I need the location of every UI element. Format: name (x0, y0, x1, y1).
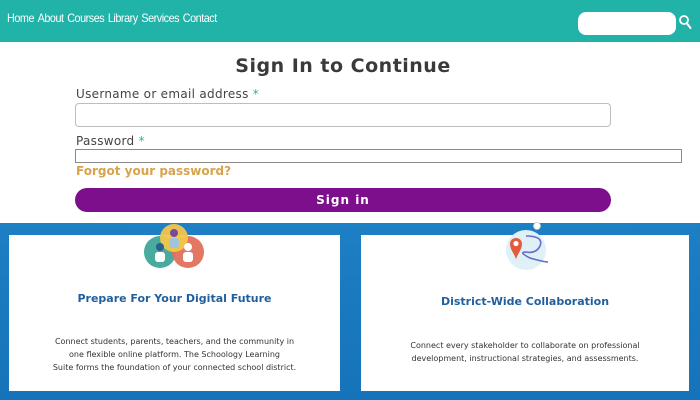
username-input[interactable] (75, 103, 611, 127)
feature-description-line: development, instructional strategies, a… (411, 354, 639, 363)
forgot-password-link[interactable]: Forgot your password? (76, 164, 231, 178)
feature-title: Prepare For Your Digital Future (77, 292, 272, 305)
required-marker: * (252, 87, 260, 101)
nav-link-services[interactable]: Services (141, 11, 179, 25)
feature-title: District-Wide Collaboration (440, 295, 610, 308)
nav-link-home[interactable]: Home (7, 11, 34, 25)
feature-description: Connect students, parents, teachers, and… (9, 335, 340, 374)
feature-description: Connect every stakeholder to collaborate… (361, 339, 689, 365)
nav-link-library[interactable]: Library (108, 11, 138, 25)
people-group-icon (144, 224, 204, 268)
top-nav-bar: Home About Courses Library Services Cont… (0, 0, 700, 42)
feature-description-line: one flexible online platform. The School… (69, 350, 280, 359)
nav-link-contact[interactable]: Contact (183, 11, 218, 25)
feature-description-line: Connect students, parents, teachers, and… (54, 337, 295, 346)
password-label: Password * (76, 134, 145, 148)
search-icon[interactable] (678, 14, 692, 30)
sign-in-button[interactable]: Sign in (75, 188, 611, 212)
search-input[interactable] (578, 12, 676, 35)
feature-description-line: Connect every stakeholder to collaborate… (410, 341, 640, 350)
feature-description-line: Suite forms the foundation of your conne… (52, 363, 297, 372)
required-marker: * (138, 134, 145, 148)
page-title: Sign In to Continue (235, 55, 451, 77)
nav-link-courses[interactable]: Courses (67, 11, 105, 25)
username-label-text: Username or email address (76, 87, 249, 101)
password-input[interactable] (75, 149, 682, 163)
nav-link-about[interactable]: About (38, 11, 64, 25)
map-route-icon (506, 222, 549, 270)
signin-form: Sign In to Continue Username or email ad… (0, 42, 700, 223)
username-label: Username or email address * (76, 87, 259, 101)
password-label-text: Password (76, 134, 135, 148)
main-nav: Home About Courses Library Services Cont… (7, 11, 217, 25)
